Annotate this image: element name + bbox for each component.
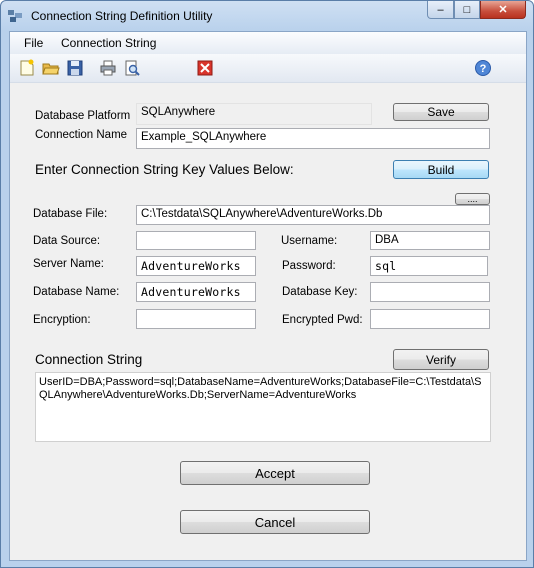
app-window: Connection String Definition Utility – □…: [0, 0, 534, 568]
cancel-button[interactable]: Cancel: [180, 510, 370, 534]
server-name-label: Server Name:: [33, 258, 104, 270]
data-source-field[interactable]: [136, 231, 256, 250]
password-field[interactable]: sql: [370, 256, 488, 276]
username-label: Username:: [281, 235, 338, 247]
exit-icon[interactable]: [196, 59, 214, 77]
database-platform-field: SQLAnywhere: [136, 103, 372, 125]
database-platform-label: Database Platform: [35, 110, 131, 122]
close-button[interactable]: ✕: [480, 1, 526, 19]
title-bar[interactable]: Connection String Definition Utility – □…: [1, 1, 533, 31]
connection-name-field[interactable]: Example_SQLAnywhere: [136, 128, 490, 149]
client-area: File Connection String ? Database Platfo…: [9, 31, 527, 561]
new-icon[interactable]: [18, 59, 36, 77]
database-key-field[interactable]: [370, 282, 490, 302]
server-name-field[interactable]: AdventureWorks: [136, 256, 256, 276]
connection-string-textbox[interactable]: UserID=DBA;Password=sql;DatabaseName=Adv…: [35, 372, 491, 442]
window-title: Connection String Definition Utility: [31, 9, 213, 23]
encrypted-pwd-label: Encrypted Pwd:: [282, 314, 363, 326]
connection-string-heading: Connection String: [35, 352, 143, 367]
maximize-icon: □: [463, 3, 471, 16]
encrypted-pwd-field[interactable]: [370, 309, 490, 329]
database-name-field[interactable]: AdventureWorks: [136, 282, 256, 302]
encryption-field[interactable]: [136, 309, 256, 329]
database-file-label: Database File:: [33, 208, 108, 220]
username-field[interactable]: DBA: [370, 231, 490, 250]
save-button[interactable]: Save: [393, 103, 489, 121]
svg-text:?: ?: [480, 63, 487, 75]
connection-name-label: Connection Name: [35, 129, 128, 141]
database-key-label: Database Key:: [282, 286, 358, 298]
database-name-label: Database Name:: [33, 286, 120, 298]
print-preview-icon[interactable]: [123, 59, 141, 77]
save-icon[interactable]: [66, 59, 84, 77]
enter-keys-heading: Enter Connection String Key Values Below…: [35, 162, 294, 177]
toolbar: ?: [10, 54, 526, 83]
help-icon[interactable]: ?: [474, 59, 492, 77]
close-icon: ✕: [498, 4, 508, 16]
browse-button[interactable]: ....: [455, 193, 490, 205]
open-icon[interactable]: [42, 59, 60, 77]
data-source-label: Data Source:: [33, 235, 101, 247]
maximize-button[interactable]: □: [454, 1, 480, 19]
database-file-field[interactable]: C:\Testdata\SQLAnywhere\AdventureWorks.D…: [136, 205, 490, 225]
encryption-label: Encryption:: [33, 314, 91, 326]
menu-file[interactable]: File: [24, 36, 43, 50]
menu-bar: File Connection String: [10, 32, 526, 54]
minimize-button[interactable]: –: [427, 1, 454, 19]
password-label: Password:: [282, 260, 336, 272]
menu-connection-string[interactable]: Connection String: [61, 36, 156, 50]
app-icon: [8, 10, 22, 22]
verify-button[interactable]: Verify: [393, 349, 489, 370]
minimize-icon: –: [437, 3, 444, 16]
accept-button[interactable]: Accept: [180, 461, 370, 485]
print-icon[interactable]: [99, 59, 117, 77]
build-button[interactable]: Build: [393, 160, 489, 179]
